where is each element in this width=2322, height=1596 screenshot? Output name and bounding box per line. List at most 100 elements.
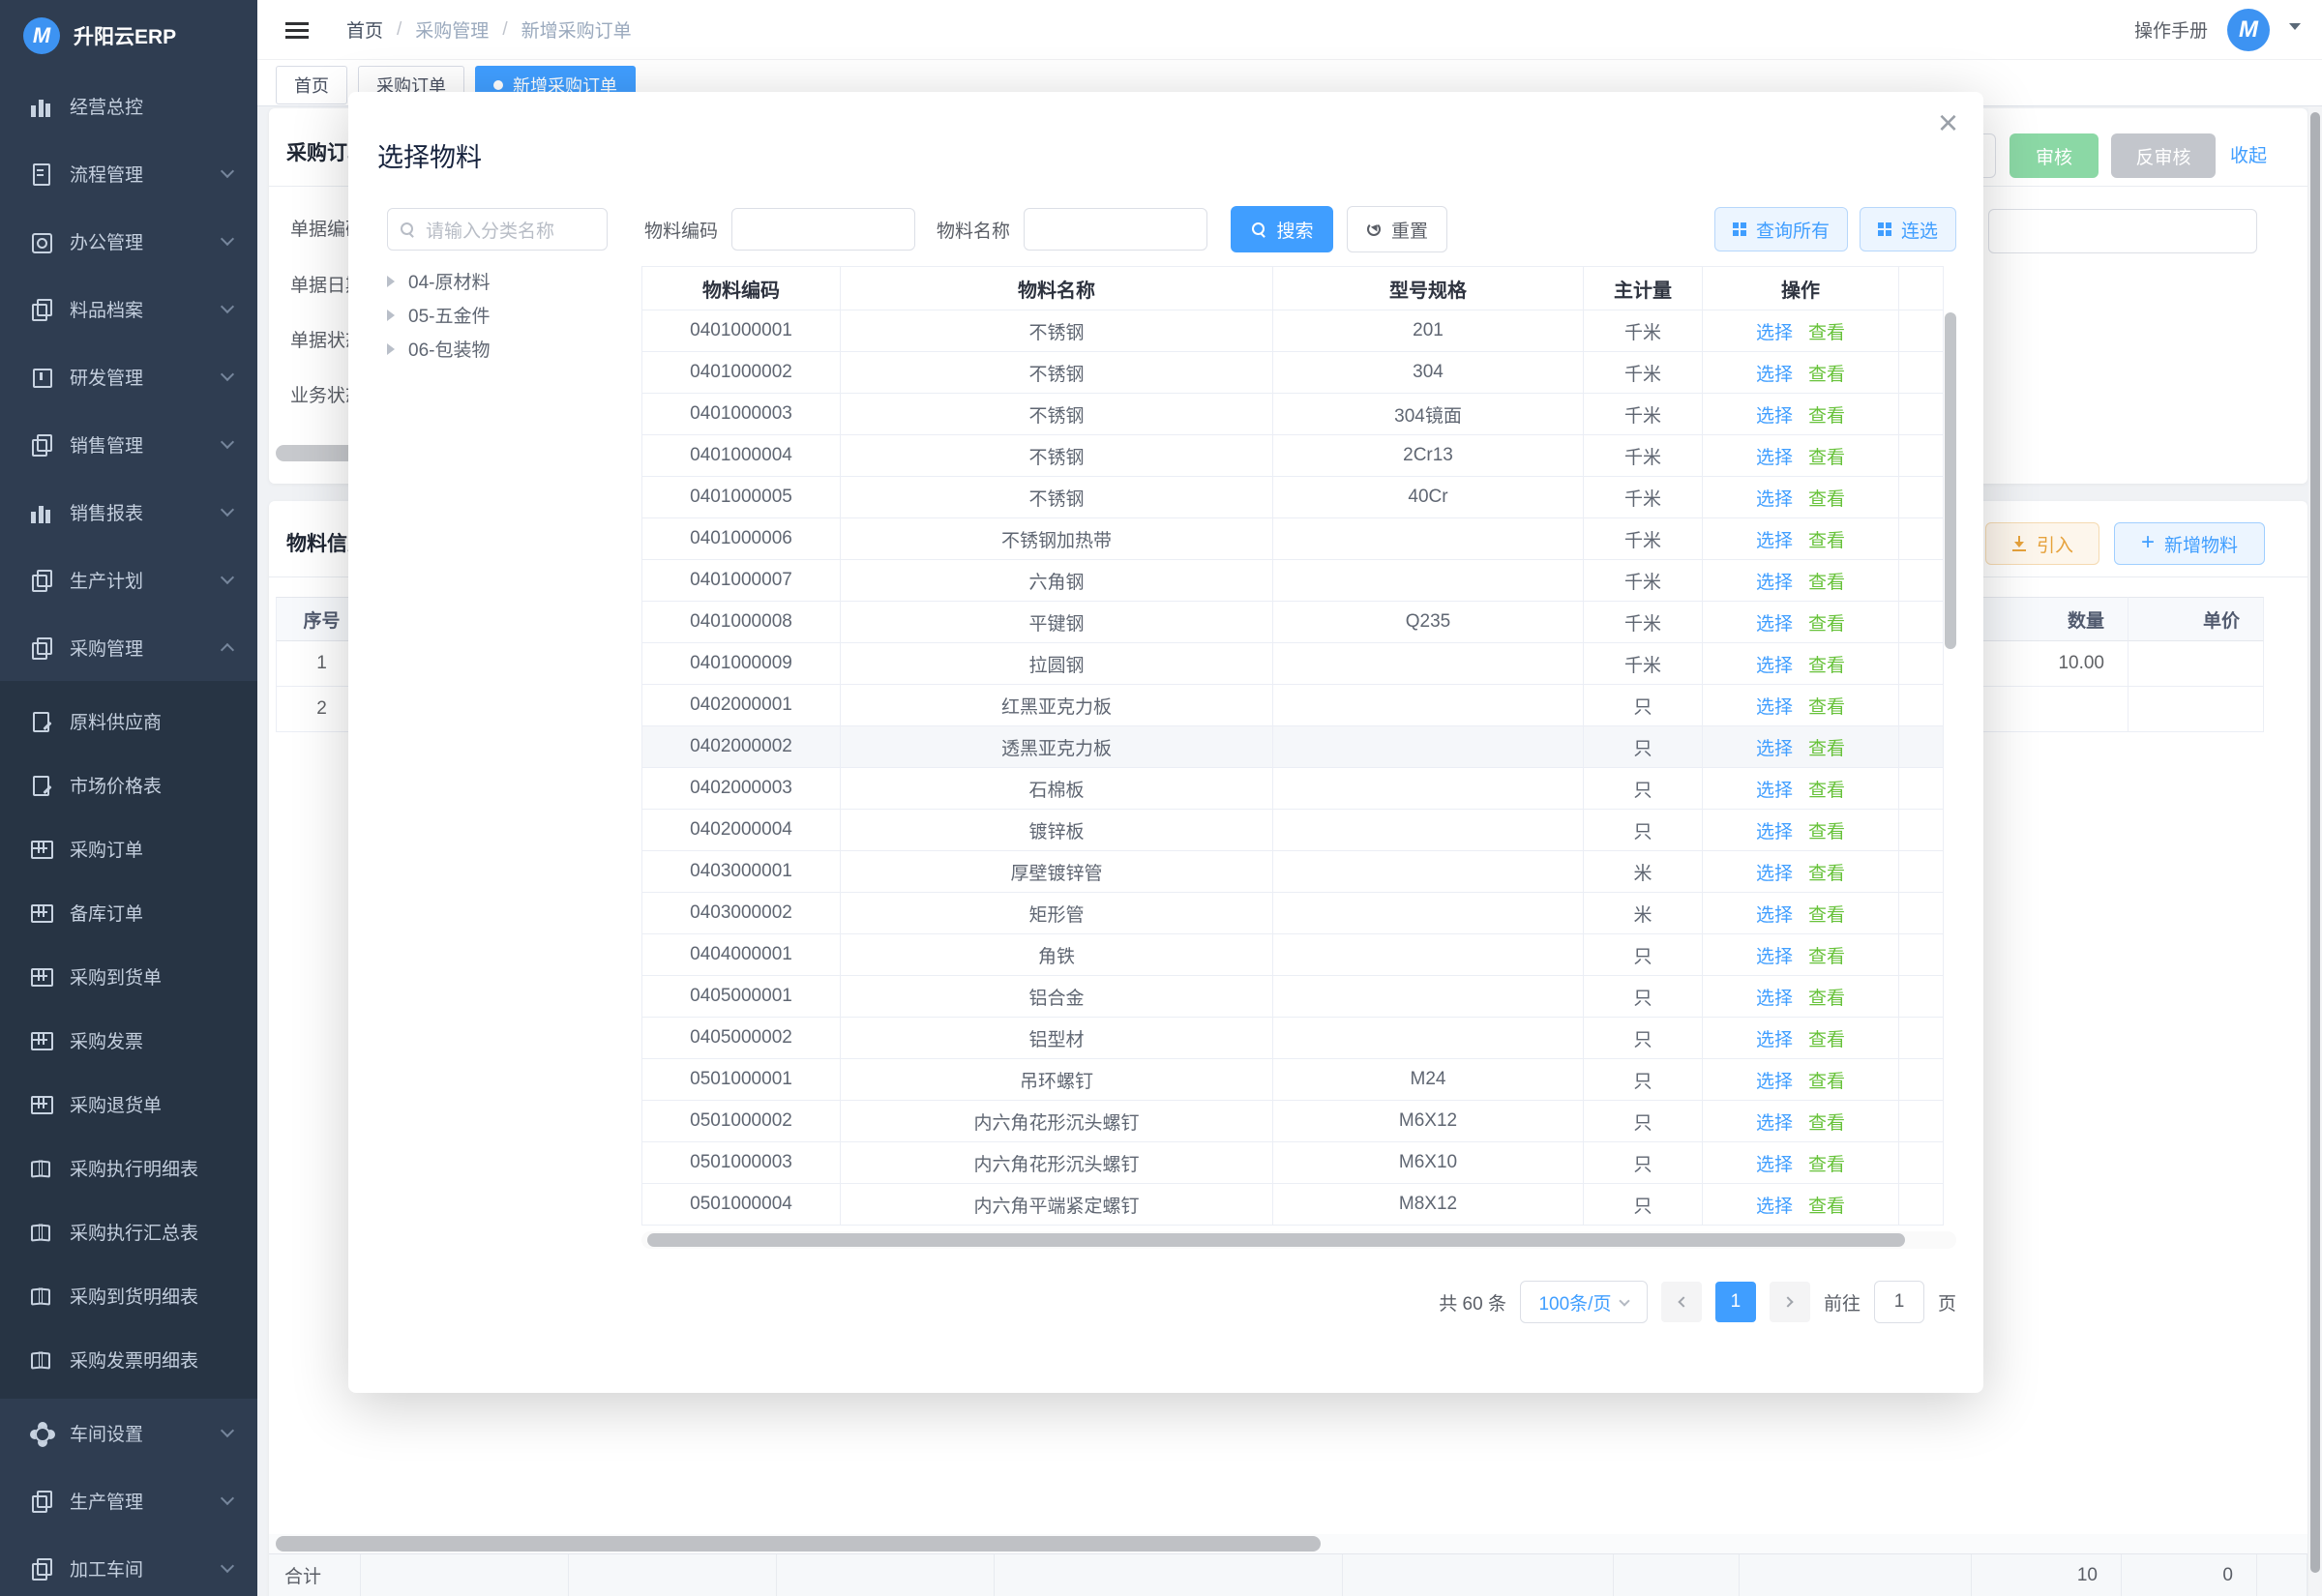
- select-link[interactable]: 选择: [1756, 822, 1793, 842]
- select-link[interactable]: 选择: [1756, 323, 1793, 343]
- manual-link[interactable]: 操作手册: [2134, 16, 2208, 43]
- audit-button[interactable]: 审核: [2009, 133, 2099, 178]
- material-cell-9[interactable]: [2128, 687, 2264, 732]
- sidebar-item-bottom-2[interactable]: 加工车间: [0, 1534, 257, 1596]
- select-link[interactable]: 选择: [1756, 989, 1793, 1009]
- table-row[interactable]: 0501000004内六角平端紧定螺钉M8X12只选择查看: [642, 1184, 1944, 1226]
- sidebar-item-top-6[interactable]: 销售报表: [0, 478, 257, 546]
- view-link[interactable]: 查看: [1808, 697, 1845, 718]
- page-size-select[interactable]: 100条/页: [1520, 1281, 1648, 1323]
- collapse-link[interactable]: 收起: [2230, 141, 2267, 167]
- view-link[interactable]: 查看: [1808, 365, 1845, 385]
- sidebar-item-top-1[interactable]: 流程管理: [0, 139, 257, 207]
- sidebar-item-bottom-0[interactable]: 车间设置: [0, 1399, 257, 1466]
- view-link[interactable]: 查看: [1808, 448, 1845, 468]
- select-link[interactable]: 选择: [1756, 947, 1793, 967]
- table-row[interactable]: 0402000004镀锌板只选择查看: [642, 810, 1944, 851]
- sidebar-item-top-8[interactable]: 采购管理: [0, 613, 257, 681]
- name-filter-input[interactable]: [1024, 208, 1207, 251]
- reset-button[interactable]: 重置: [1347, 206, 1447, 252]
- view-link[interactable]: 查看: [1808, 947, 1845, 967]
- select-link[interactable]: 选择: [1756, 697, 1793, 718]
- sidebar-item-top-3[interactable]: 料品档案: [0, 275, 257, 342]
- view-link[interactable]: 查看: [1808, 1072, 1845, 1092]
- view-link[interactable]: 查看: [1808, 531, 1845, 551]
- select-link[interactable]: 选择: [1756, 1113, 1793, 1134]
- import-button[interactable]: 引入: [1985, 522, 2099, 565]
- select-link[interactable]: 选择: [1756, 1030, 1793, 1050]
- select-link[interactable]: 选择: [1756, 1197, 1793, 1217]
- table-row[interactable]: 0403000002矩形管米选择查看: [642, 893, 1944, 934]
- table-row[interactable]: 0501000001吊环螺钉M24只选择查看: [642, 1059, 1944, 1101]
- dialog-horizontal-scrollbar[interactable]: [647, 1233, 1905, 1247]
- view-link[interactable]: 查看: [1808, 489, 1845, 510]
- next-page-button[interactable]: [1770, 1282, 1810, 1322]
- select-link[interactable]: 选择: [1756, 739, 1793, 759]
- tab-0[interactable]: 首页: [276, 66, 347, 104]
- table-row[interactable]: 0405000002铝型材只选择查看: [642, 1018, 1944, 1059]
- category-search-input[interactable]: 请输入分类名称: [387, 208, 608, 251]
- select-link[interactable]: 选择: [1756, 406, 1793, 427]
- table-vertical-scrollbar[interactable]: [1945, 312, 1956, 649]
- select-link[interactable]: 选择: [1756, 573, 1793, 593]
- view-link[interactable]: 查看: [1808, 1155, 1845, 1175]
- table-row[interactable]: 0401000001不锈钢201千米选择查看: [642, 310, 1944, 352]
- collapse-sidebar-icon[interactable]: [284, 19, 308, 41]
- sidebar-subitem-0[interactable]: 原料供应商: [0, 689, 257, 753]
- view-link[interactable]: 查看: [1808, 1030, 1845, 1050]
- table-row[interactable]: 0401000004不锈钢2Cr13千米选择查看: [642, 435, 1944, 477]
- page-scrollbar[interactable]: [2310, 112, 2320, 1573]
- expand-caret-icon[interactable]: [387, 310, 401, 321]
- view-link[interactable]: 查看: [1808, 323, 1845, 343]
- table-row[interactable]: 0401000007六角钢千米选择查看: [642, 560, 1944, 602]
- material-cell-8[interactable]: [1979, 687, 2128, 732]
- select-link[interactable]: 选择: [1756, 1155, 1793, 1175]
- table-row[interactable]: 0401000003不锈钢304镜面千米选择查看: [642, 394, 1944, 435]
- select-link[interactable]: 选择: [1756, 614, 1793, 635]
- sidebar-subitem-4[interactable]: 采购到货单: [0, 944, 257, 1008]
- view-link[interactable]: 查看: [1808, 864, 1845, 884]
- table-row[interactable]: 0401000005不锈钢40Cr千米选择查看: [642, 477, 1944, 518]
- sidebar-item-top-4[interactable]: 研发管理: [0, 342, 257, 410]
- table-row[interactable]: 0402000002透黑亚克力板只选择查看: [642, 726, 1944, 768]
- goto-page-input[interactable]: 1: [1874, 1281, 1924, 1323]
- view-link[interactable]: 查看: [1808, 656, 1845, 676]
- sidebar-subitem-10[interactable]: 采购发票明细表: [0, 1327, 257, 1391]
- tree-node-0[interactable]: 04-原材料: [387, 264, 629, 298]
- table-horizontal-scrollbar[interactable]: [276, 1536, 1321, 1552]
- view-link[interactable]: 查看: [1808, 614, 1845, 635]
- table-row[interactable]: 0501000002内六角花形沉头螺钉M6X12只选择查看: [642, 1101, 1944, 1142]
- view-link[interactable]: 查看: [1808, 989, 1845, 1009]
- user-menu-caret-icon[interactable]: [2289, 23, 2301, 36]
- multi-select-button[interactable]: 连选: [1860, 207, 1956, 251]
- sidebar-item-top-2[interactable]: 办公管理: [0, 207, 257, 275]
- view-link[interactable]: 查看: [1808, 573, 1845, 593]
- sidebar-item-top-5[interactable]: 销售管理: [0, 410, 257, 478]
- select-link[interactable]: 选择: [1756, 365, 1793, 385]
- table-row[interactable]: 0402000001红黑亚克力板只选择查看: [642, 685, 1944, 726]
- sidebar-subitem-2[interactable]: 采购订单: [0, 816, 257, 880]
- close-icon[interactable]: ×: [1938, 105, 1958, 140]
- tree-node-1[interactable]: 05-五金件: [387, 298, 629, 332]
- material-cell-9[interactable]: [2128, 641, 2264, 687]
- sidebar-item-top-7[interactable]: 生产计划: [0, 546, 257, 613]
- view-link[interactable]: 查看: [1808, 406, 1845, 427]
- unaudit-button[interactable]: 反审核: [2111, 133, 2216, 178]
- current-page[interactable]: 1: [1715, 1282, 1756, 1322]
- table-row[interactable]: 0401000006不锈钢加热带千米选择查看: [642, 518, 1944, 560]
- table-row[interactable]: 0404000001角铁只选择查看: [642, 934, 1944, 976]
- select-link[interactable]: 选择: [1756, 905, 1793, 926]
- sidebar-item-top-0[interactable]: 经营总控: [0, 72, 257, 139]
- sidebar-item-bottom-1[interactable]: 生产管理: [0, 1466, 257, 1534]
- breadcrumb-item[interactable]: 新增采购订单: [521, 16, 632, 43]
- sidebar-subitem-3[interactable]: 备库订单: [0, 880, 257, 944]
- view-link[interactable]: 查看: [1808, 781, 1845, 801]
- select-link[interactable]: 选择: [1756, 1072, 1793, 1092]
- sidebar-subitem-8[interactable]: 采购执行汇总表: [0, 1199, 257, 1263]
- view-link[interactable]: 查看: [1808, 1197, 1845, 1217]
- tree-node-2[interactable]: 06-包装物: [387, 332, 629, 366]
- view-link[interactable]: 查看: [1808, 1113, 1845, 1134]
- sidebar-subitem-1[interactable]: 市场价格表: [0, 753, 257, 816]
- query-all-button[interactable]: 查询所有: [1714, 207, 1848, 251]
- search-button[interactable]: 搜索: [1231, 206, 1333, 252]
